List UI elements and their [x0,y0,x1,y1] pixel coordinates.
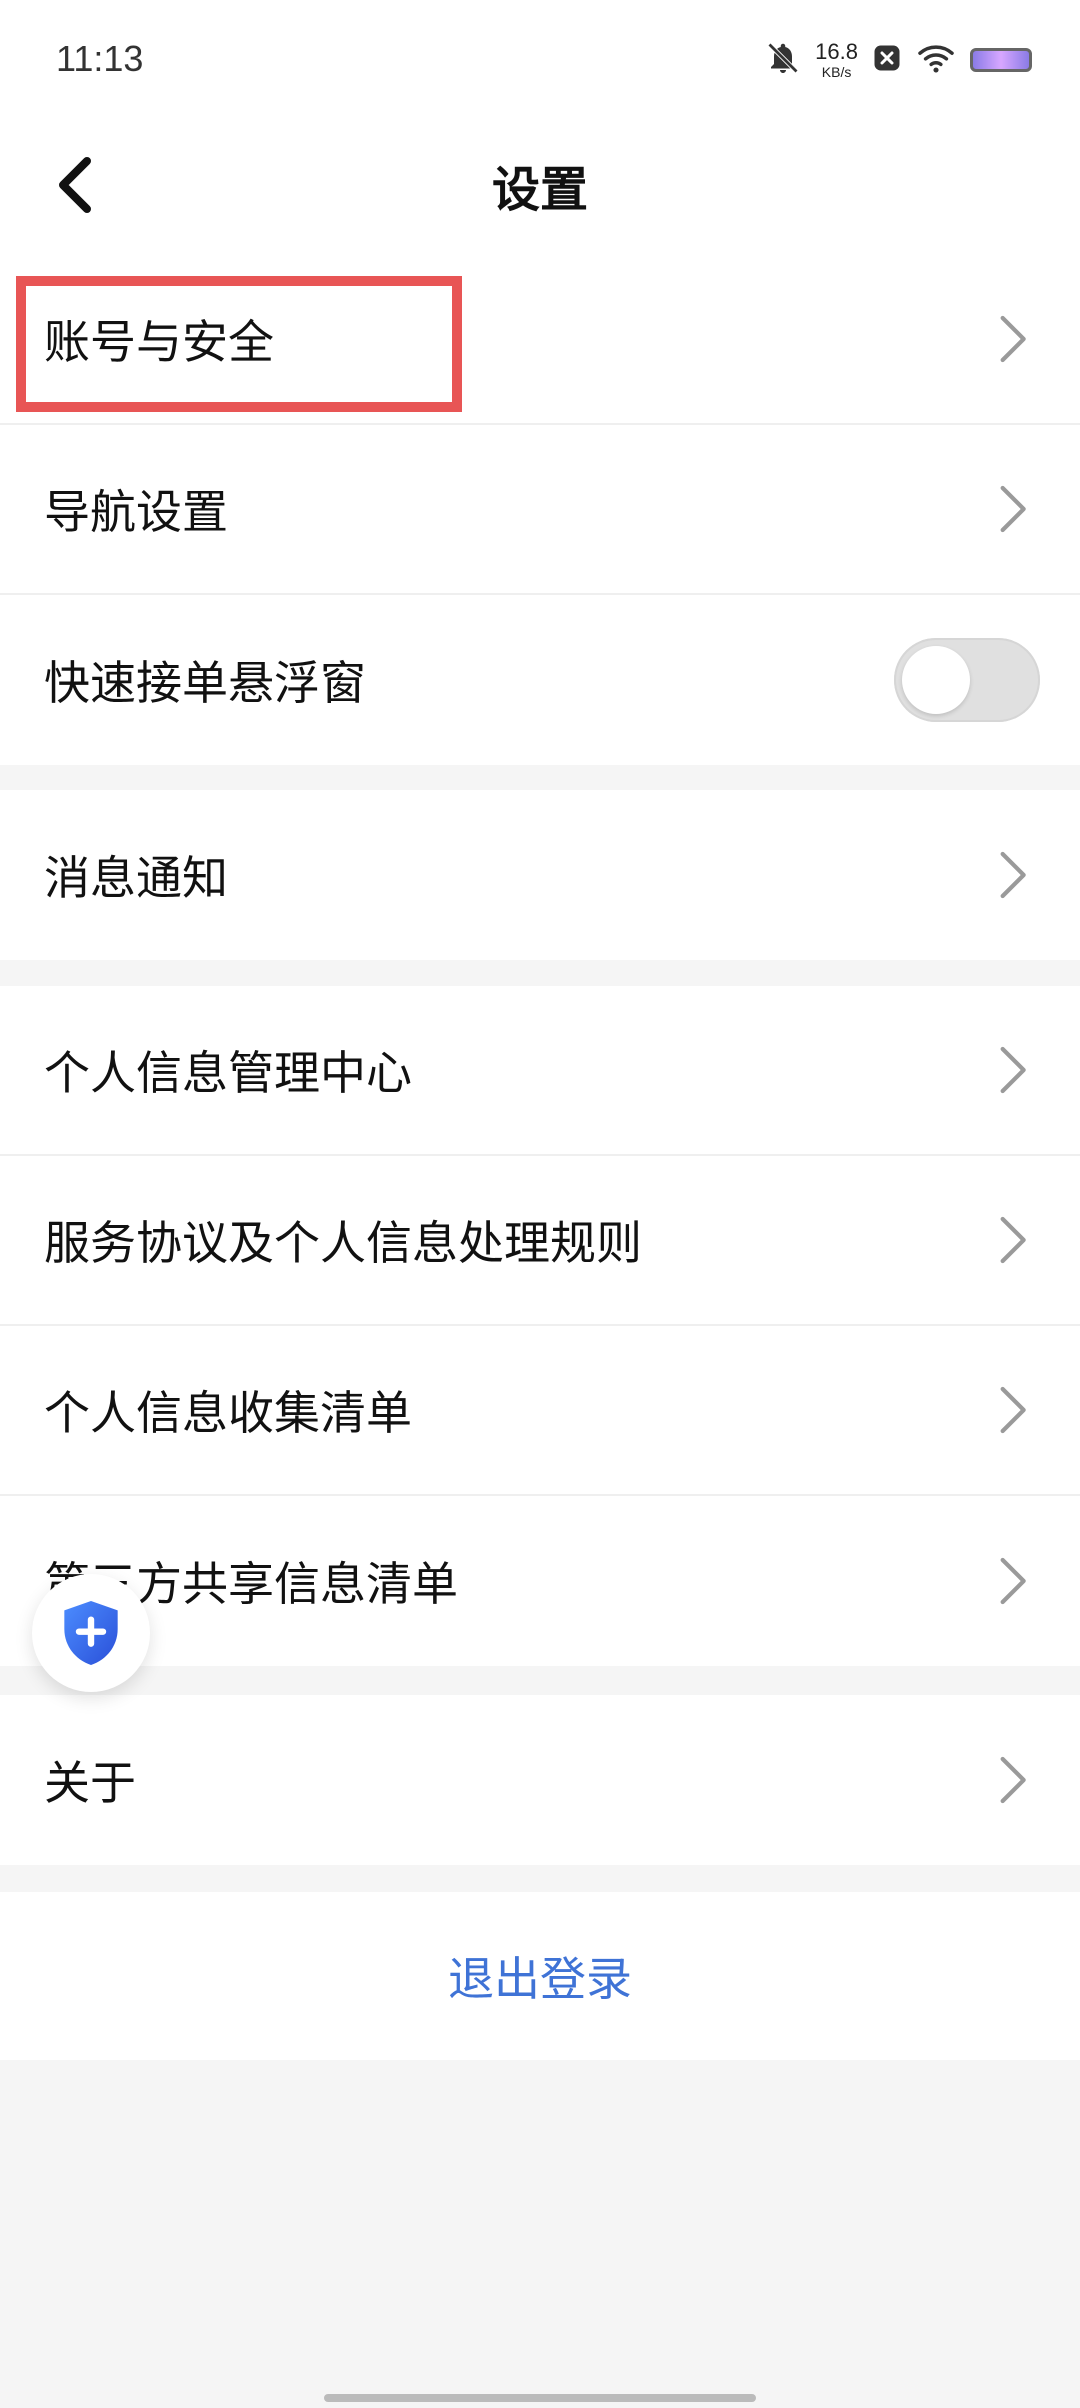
logout-button[interactable]: 退出登录 [0,1892,1080,2060]
chevron-right-icon [1000,851,1026,899]
battery-icon [970,48,1032,72]
row-service-agreement[interactable]: 服务协议及个人信息处理规则 [0,1156,1080,1326]
page-title: 设置 [491,162,588,218]
row-personal-info-collection[interactable]: 个人信息收集清单 [0,1326,1080,1496]
shield-plus-icon [64,1601,118,1665]
settings-group-4: 关于 [0,1695,1080,1865]
wifi-icon [916,42,956,78]
net-speed-unit: KB/s [821,64,852,80]
chevron-right-icon [1000,485,1026,533]
row-label: 快速接单悬浮窗 [44,656,366,710]
row-message-notification[interactable]: 消息通知 [0,790,1080,960]
floating-shield-button[interactable] [32,1574,150,1692]
net-speed-value: 16.8 [815,39,858,64]
header: 设置 [0,130,1080,255]
chevron-right-icon [1000,1756,1026,1804]
status-bar: 11:13 16.8 KB/s [0,0,1080,130]
row-label: 服务协议及个人信息处理规则 [44,1216,642,1270]
row-third-party-sharing[interactable]: 第三方共享信息清单 [0,1496,1080,1666]
row-about[interactable]: 关于 [0,1695,1080,1865]
chevron-right-icon [1000,1386,1026,1434]
chevron-right-icon [1000,1216,1026,1264]
status-time: 11:13 [56,38,144,79]
settings-screen: 11:13 16.8 KB/s 设置 账号与安全 导航设置 快速接单悬浮窗 消息… [0,0,1080,2408]
row-navigation-settings[interactable]: 导航设置 [0,425,1080,595]
status-icons: 16.8 KB/s [765,40,1032,80]
close-box-icon [872,43,902,77]
settings-group-3: 个人信息管理中心 服务协议及个人信息处理规则 个人信息收集清单 第三方共享信息清… [0,986,1080,1666]
row-label: 关于 [44,1756,136,1810]
row-personal-info-center[interactable]: 个人信息管理中心 [0,986,1080,1156]
net-speed: 16.8 KB/s [815,39,858,80]
chevron-right-icon [1000,315,1026,363]
chevron-right-icon [1000,1046,1026,1094]
row-label: 消息通知 [44,851,228,905]
row-label: 导航设置 [44,485,228,539]
highlight-box [16,276,462,412]
home-indicator[interactable] [324,2394,756,2402]
row-label: 个人信息收集清单 [44,1386,412,1440]
chevron-right-icon [1000,1557,1026,1605]
quick-order-float-toggle[interactable] [894,638,1040,722]
row-quick-order-float: 快速接单悬浮窗 [0,595,1080,765]
toggle-knob [902,646,970,714]
row-label: 个人信息管理中心 [44,1046,412,1100]
bell-off-icon [765,40,801,80]
settings-group-2: 消息通知 [0,790,1080,960]
